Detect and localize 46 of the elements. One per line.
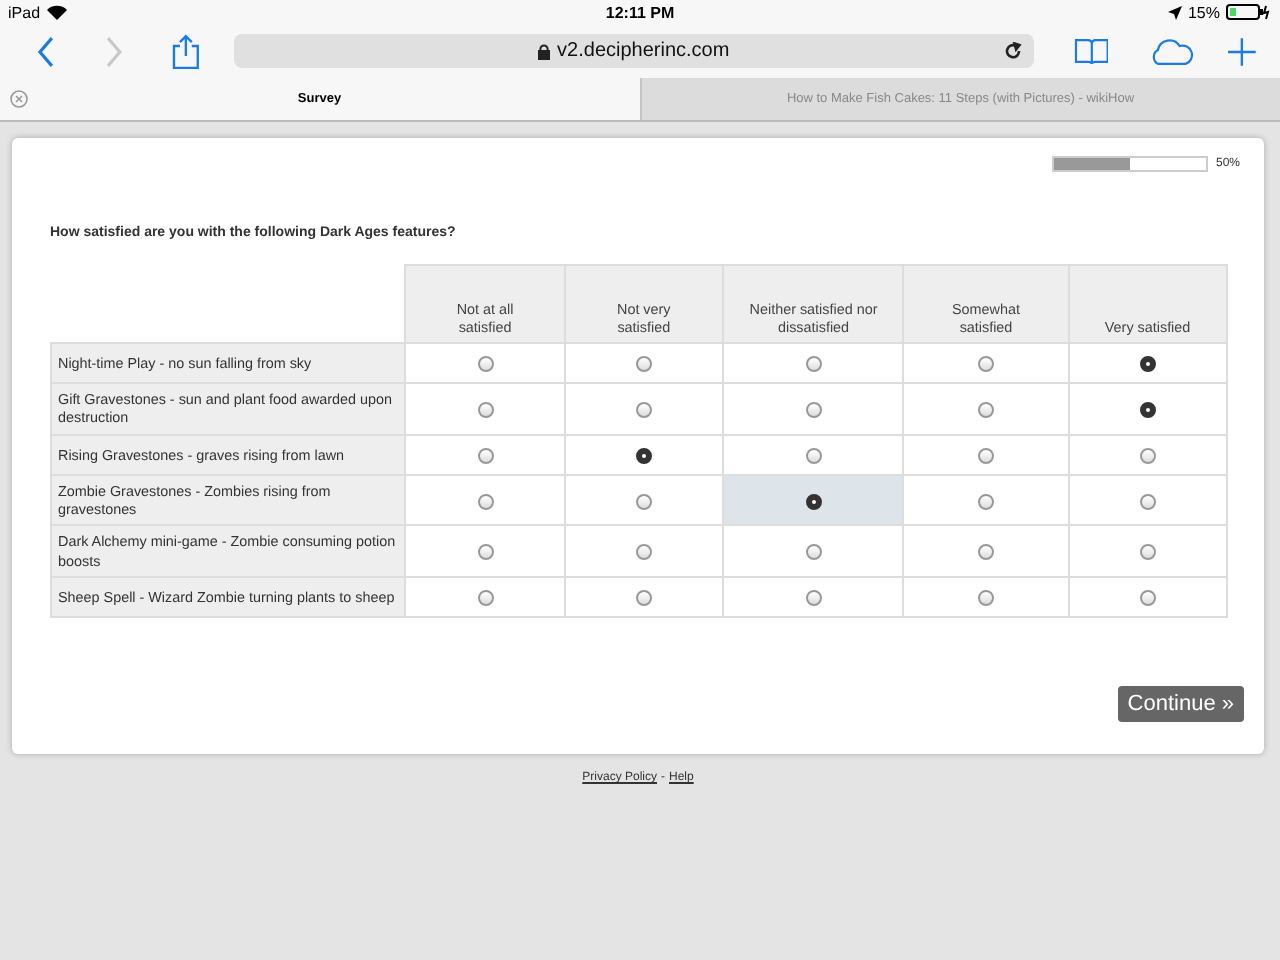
back-icon[interactable] bbox=[36, 35, 56, 67]
radio-button[interactable] bbox=[635, 356, 652, 373]
battery-percentage: 15% bbox=[1187, 3, 1220, 21]
new-tab-icon[interactable] bbox=[1228, 37, 1256, 65]
radio-button[interactable] bbox=[805, 401, 822, 418]
radio-button[interactable] bbox=[635, 401, 652, 418]
radio-button[interactable] bbox=[1139, 447, 1156, 464]
radio-button[interactable] bbox=[805, 493, 822, 510]
radio-button[interactable] bbox=[978, 447, 994, 464]
radio-button[interactable] bbox=[635, 544, 652, 561]
share-icon[interactable] bbox=[171, 33, 200, 69]
radio-button[interactable] bbox=[978, 590, 994, 607]
radio-button[interactable] bbox=[635, 493, 652, 510]
device-name: iPad bbox=[8, 3, 41, 21]
radio-button[interactable] bbox=[1139, 493, 1156, 510]
radio-button[interactable] bbox=[1139, 544, 1156, 561]
continue-button[interactable]: Continue » bbox=[1117, 686, 1244, 723]
location-icon bbox=[1167, 5, 1182, 19]
radio-button[interactable] bbox=[978, 356, 994, 373]
radio-button[interactable] bbox=[635, 447, 652, 464]
radio-button[interactable] bbox=[635, 590, 652, 607]
wifi-icon bbox=[46, 4, 69, 20]
radio-button[interactable] bbox=[477, 590, 494, 607]
close-icon[interactable] bbox=[10, 90, 28, 108]
radio-button[interactable] bbox=[1139, 590, 1156, 607]
status-time: 12:11 PM bbox=[605, 3, 675, 21]
battery-icon bbox=[1226, 4, 1270, 20]
radio-button[interactable] bbox=[1139, 356, 1156, 373]
address-bar[interactable]: v2.decipherinc.com bbox=[233, 34, 1034, 68]
radio-button[interactable] bbox=[805, 447, 822, 464]
radio-button[interactable] bbox=[805, 590, 822, 607]
radio-button[interactable] bbox=[805, 356, 822, 373]
lock-icon bbox=[537, 43, 550, 59]
cloud-icon[interactable] bbox=[1148, 37, 1197, 65]
book-icon[interactable] bbox=[1073, 37, 1109, 65]
radio-button[interactable] bbox=[978, 544, 994, 561]
radio-button[interactable] bbox=[805, 544, 822, 561]
radio-button[interactable] bbox=[477, 493, 494, 510]
radio-button[interactable] bbox=[477, 544, 494, 561]
radio-button[interactable] bbox=[978, 401, 994, 418]
radio-button[interactable] bbox=[978, 493, 994, 510]
radio-button[interactable] bbox=[1139, 401, 1156, 418]
radio-button[interactable] bbox=[477, 447, 494, 464]
reload-icon[interactable] bbox=[1003, 42, 1022, 60]
radio-button[interactable] bbox=[477, 356, 494, 373]
radio-button[interactable] bbox=[477, 401, 494, 418]
